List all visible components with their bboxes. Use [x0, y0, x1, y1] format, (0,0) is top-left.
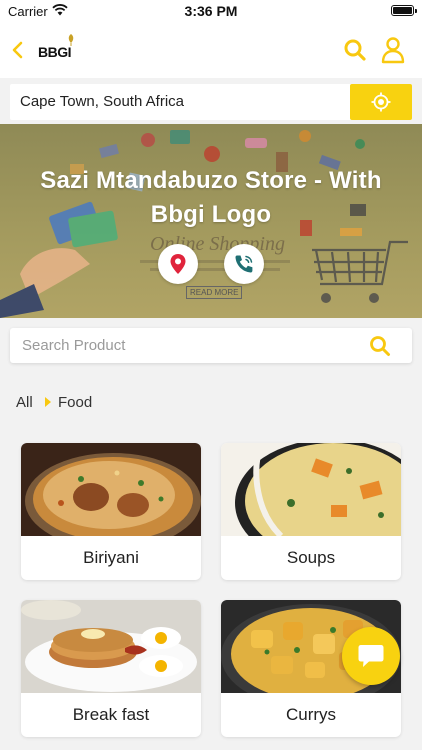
category-label: Break fast	[72, 705, 150, 724]
category-card-breakfast[interactable]: Break fast	[21, 600, 201, 737]
brand-logo: BBGI	[38, 34, 78, 64]
status-bar: Carrier 3:36 PM	[0, 0, 422, 22]
product-search-bar	[10, 328, 412, 363]
breadcrumb-food[interactable]: Food	[58, 394, 92, 411]
category-label: Biriyani	[83, 548, 139, 567]
locate-button[interactable]	[350, 84, 412, 120]
store-title: Sazi Mtandabuzo Store - With Bbgi Logo	[40, 167, 382, 228]
logo-leaf-icon	[68, 34, 74, 46]
category-card-biriyani[interactable]: Biriyani	[21, 443, 201, 580]
location-field[interactable]: Cape Town, South Africa	[20, 93, 184, 110]
search-icon[interactable]	[342, 37, 368, 63]
category-card-soups[interactable]: Soups	[221, 443, 401, 580]
brand-logo-text: BBGI	[38, 44, 72, 60]
read-more-tag: READ MORE	[186, 286, 243, 299]
locate-icon	[371, 92, 391, 112]
store-banner: Online Shopping Sazi Mtandabuzo Store - …	[0, 124, 422, 318]
biriyani-image	[21, 443, 201, 536]
map-pin-icon	[170, 254, 186, 274]
category-label: Soups	[286, 548, 336, 567]
category-label: Currys	[285, 705, 337, 724]
back-chevron-icon[interactable]	[6, 38, 30, 62]
chat-icon	[358, 645, 384, 667]
user-icon[interactable]	[380, 36, 406, 64]
top-nav-bar: BBGI	[0, 22, 422, 78]
breadcrumb-all[interactable]: All	[16, 394, 33, 411]
soups-image	[221, 443, 401, 536]
phone-icon	[235, 255, 253, 273]
clock: 3:36 PM	[184, 3, 238, 19]
product-search-input[interactable]	[10, 328, 350, 363]
battery-icon	[391, 5, 417, 16]
product-search-icon[interactable]	[368, 334, 392, 358]
breakfast-image	[21, 600, 201, 693]
store-location-button[interactable]	[158, 244, 198, 284]
store-call-button[interactable]	[224, 244, 264, 284]
chat-button[interactable]	[342, 627, 400, 685]
location-bar: Cape Town, South Africa	[10, 84, 412, 120]
breadcrumb-arrow-icon	[45, 397, 51, 407]
